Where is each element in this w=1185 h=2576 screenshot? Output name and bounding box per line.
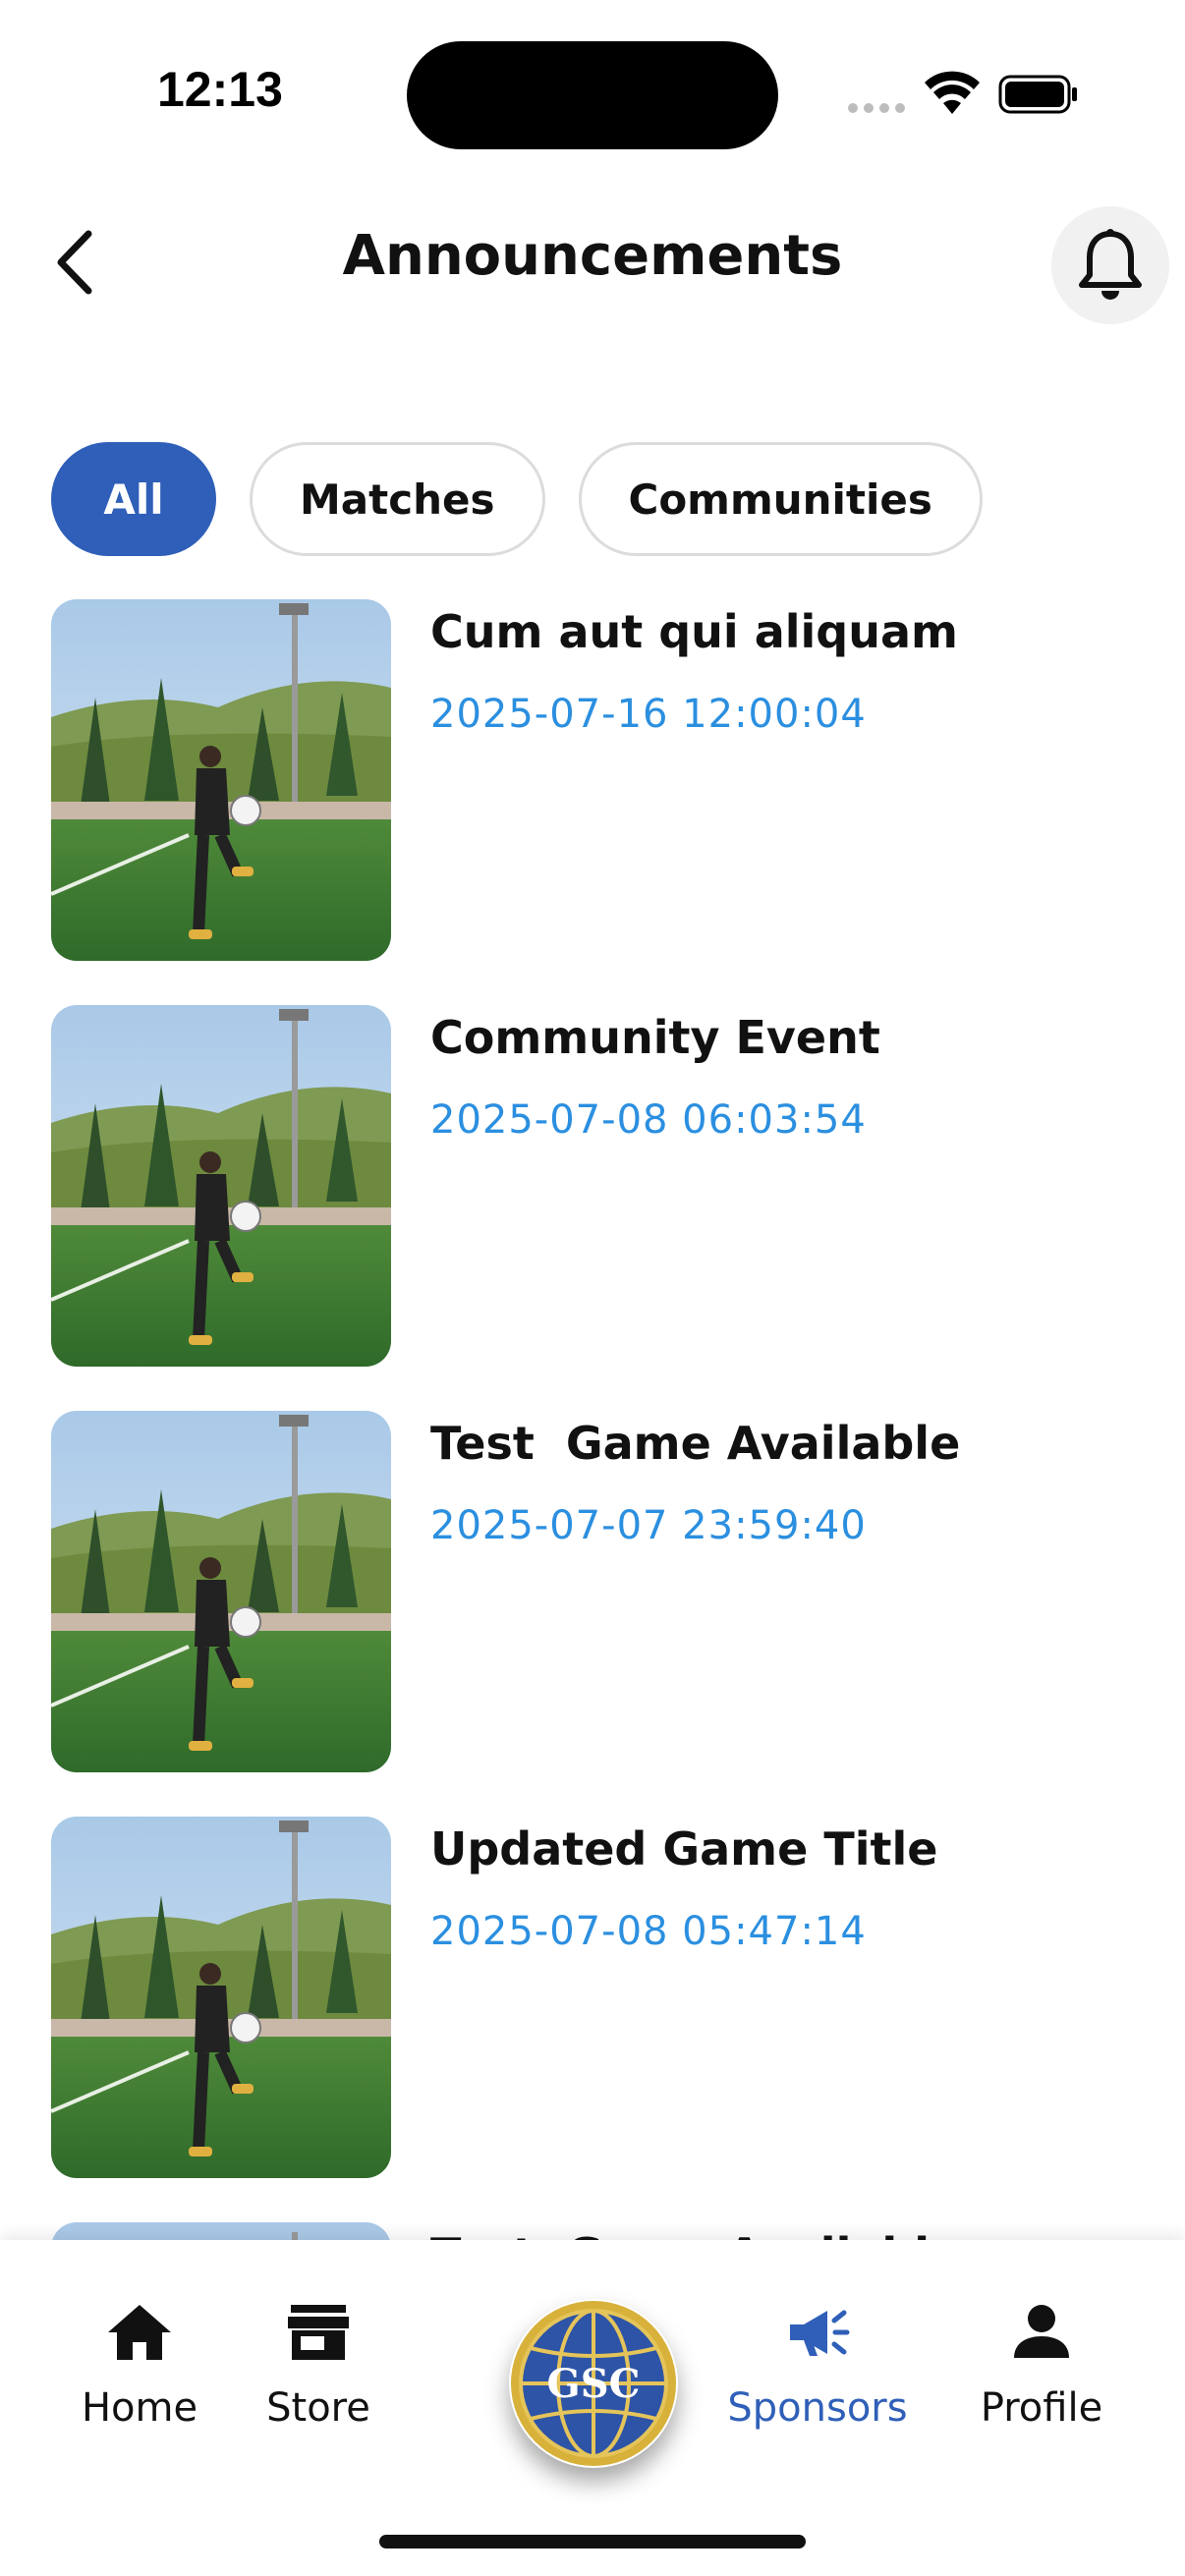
svg-text:GSC: GSC: [547, 2361, 641, 2407]
list-item[interactable]: Community Event 2025-07-08 06:03:54: [51, 1005, 1152, 1367]
announcement-title: Test Game Available: [430, 1417, 961, 1470]
megaphone-icon: [790, 2310, 850, 2356]
announcement-thumbnail: [51, 1411, 391, 1772]
notifications-button[interactable]: [1051, 206, 1169, 324]
nav-profile[interactable]: Profile: [943, 2297, 1140, 2431]
battery-icon: [998, 75, 1077, 114]
wifi-icon: [925, 71, 980, 114]
announcement-title: Test Game Available: [430, 2228, 1148, 2240]
list-item[interactable]: Test Game Available: [51, 2222, 1152, 2240]
announcement-thumbnail: [51, 1817, 391, 2178]
filter-chip-all[interactable]: All: [51, 442, 216, 556]
nav-home-label: Home: [81, 2385, 198, 2431]
announcement-thumbnail: [51, 2222, 391, 2240]
announcement-thumbnail: [51, 599, 391, 961]
announcement-title: Community Event: [430, 1011, 880, 1064]
store-icon: [288, 2305, 349, 2360]
bell-icon: [1079, 229, 1142, 300]
status-time: 12:13: [157, 62, 283, 117]
home-icon: [108, 2305, 171, 2360]
gsc-logo-button[interactable]: GSC: [509, 2299, 678, 2468]
list-item[interactable]: Cum aut qui aliquam 2025-07-16 12:00:04: [51, 599, 1152, 961]
nav-profile-label: Profile: [980, 2385, 1103, 2431]
list-item[interactable]: Test Game Available 2025-07-07 23:59:40: [51, 1411, 1152, 1772]
announcement-date: 2025-07-08 05:47:14: [430, 1909, 867, 1954]
home-indicator: [379, 2535, 806, 2548]
announcement-thumbnail: [51, 1005, 391, 1367]
announcement-title: Cum aut qui aliquam: [430, 605, 958, 658]
list-item[interactable]: Updated Game Title 2025-07-08 05:47:14: [51, 1817, 1152, 2178]
person-icon: [1014, 2305, 1069, 2358]
filter-chip-matches[interactable]: Matches: [250, 442, 545, 556]
announcement-date: 2025-07-07 23:59:40: [430, 1503, 867, 1548]
nav-home[interactable]: Home: [41, 2297, 238, 2431]
nav-sponsors[interactable]: Sponsors: [719, 2297, 916, 2431]
announcement-date: 2025-07-16 12:00:04: [430, 692, 867, 737]
filter-chips: All Matches Communities: [51, 442, 983, 556]
nav-sponsors-label: Sponsors: [727, 2385, 908, 2431]
nav-store[interactable]: Store: [220, 2297, 417, 2431]
announcements-list[interactable]: Cum aut qui aliquam 2025-07-16 12:00:04: [0, 599, 1185, 2240]
cellular-signal-icon: [848, 103, 905, 113]
filter-chip-communities[interactable]: Communities: [578, 442, 983, 556]
bottom-navigation: Home Store GSC Sponsors Profile: [0, 2240, 1185, 2576]
page-title: Announcements: [342, 224, 843, 288]
nav-store-label: Store: [266, 2385, 370, 2431]
announcement-date: 2025-07-08 06:03:54: [430, 1097, 867, 1143]
announcement-title: Updated Game Title: [430, 1822, 938, 1876]
dynamic-island: [407, 41, 778, 149]
announcements-screen: 12:13 Announcements All Matches Communit…: [0, 0, 1185, 2576]
